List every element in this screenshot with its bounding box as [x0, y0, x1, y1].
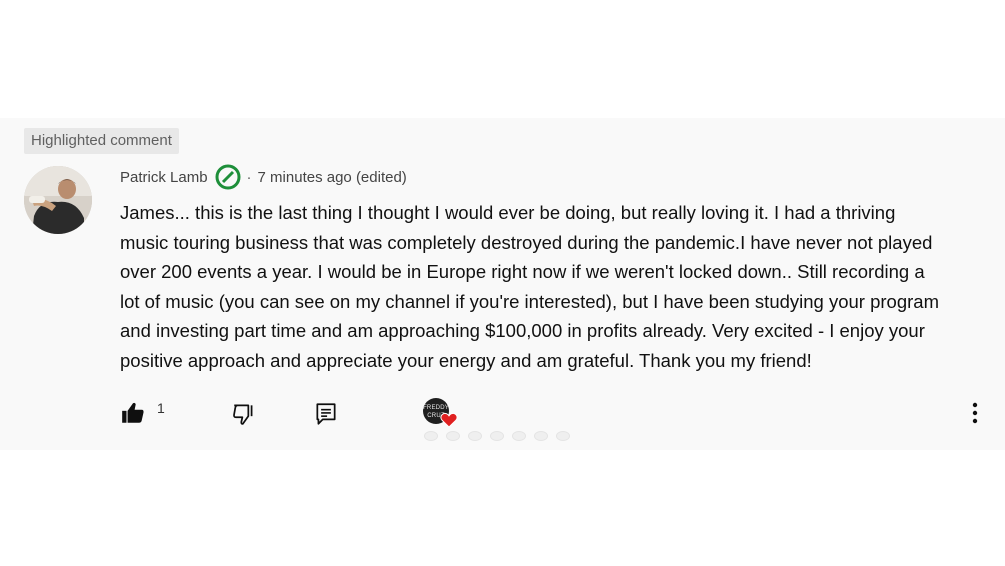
author-name[interactable]: Patrick Lamb: [120, 169, 208, 186]
pagination-dot: [556, 431, 570, 441]
highlighted-comment-badge: Highlighted comment: [24, 128, 179, 154]
comment-line: positive approach and appreciate your en…: [120, 349, 812, 371]
heart-icon: [440, 412, 458, 428]
comment-line: over 200 events a year. I would be in Eu…: [120, 261, 925, 283]
like-button[interactable]: [120, 400, 146, 426]
comment-line: and investing part time and am approachi…: [120, 320, 925, 342]
like-count: 1: [157, 400, 165, 416]
pagination-dot: [468, 431, 482, 441]
comment-actions: 1 FREDDY CRUZ: [0, 396, 1005, 441]
pagination-dot: [446, 431, 460, 441]
creator-heart: FREDDY CRUZ: [423, 396, 463, 430]
dislike-button[interactable]: [231, 401, 257, 427]
pagination-dot: [490, 431, 504, 441]
page: Highlighted comment Patrick Lamb · 7 min…: [0, 0, 1005, 566]
circle-slash-icon: [215, 164, 241, 190]
reply-comment-icon: [316, 403, 336, 425]
avatar[interactable]: [24, 166, 92, 234]
comment-body: James... this is the last thing I though…: [120, 198, 980, 376]
comment-timestamp[interactable]: 7 minutes ago (edited): [258, 169, 407, 186]
reply-button[interactable]: [313, 401, 339, 427]
more-options-button[interactable]: [966, 400, 984, 428]
comment-line: lot of music (you can see on my channel …: [120, 290, 939, 312]
thumbs-up-filled-icon: [122, 402, 144, 423]
thumbs-down-outline-icon: [233, 404, 253, 425]
pagination-dot: [424, 431, 438, 441]
comment-header: Patrick Lamb · 7 minutes ago (edited): [120, 164, 407, 190]
more-vertical-icon: [972, 402, 978, 424]
comment-line: James... this is the last thing I though…: [120, 202, 896, 223]
pagination-dot: [512, 431, 526, 441]
comment-line: music touring business that was complete…: [120, 231, 933, 253]
avatar-photo: [24, 166, 92, 234]
separator-dot: ·: [246, 168, 252, 186]
pagination-dot: [534, 431, 548, 441]
pagination-dots: [424, 431, 570, 441]
